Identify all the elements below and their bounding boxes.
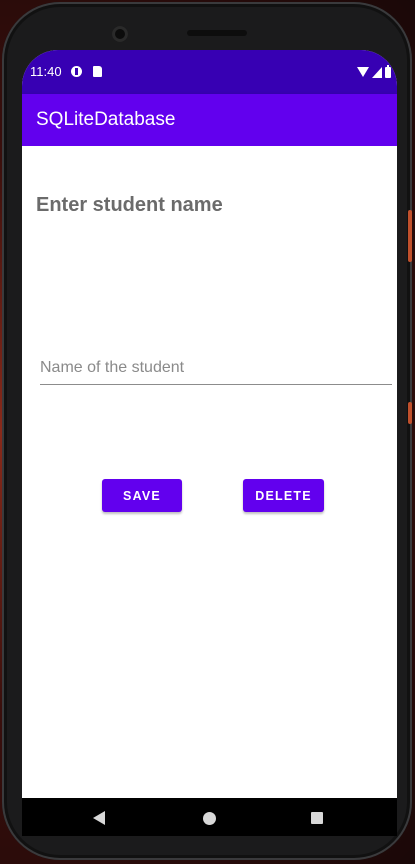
save-button[interactable]: SAVE [102, 479, 182, 512]
status-indicators [357, 65, 391, 79]
notification-icon [71, 66, 82, 77]
phone-frame: 11:40 SQLiteDatabase Enter student name … [2, 2, 412, 860]
home-icon[interactable] [203, 812, 216, 825]
back-icon[interactable] [93, 811, 105, 825]
app-title: SQLiteDatabase [36, 109, 176, 130]
recents-icon[interactable] [311, 812, 323, 824]
power-button [408, 210, 412, 262]
app-bar: SQLiteDatabase [22, 94, 397, 146]
status-time: 11:40 [30, 64, 62, 79]
main-content: Enter student name SAVE DELETE [22, 146, 397, 798]
sd-card-icon [93, 66, 102, 77]
wifi-icon [357, 67, 369, 77]
device-screen: 11:40 SQLiteDatabase Enter student name … [22, 50, 397, 836]
signal-icon [372, 67, 382, 78]
student-name-input[interactable] [40, 352, 392, 385]
volume-button [408, 402, 412, 424]
battery-icon [385, 65, 391, 78]
delete-button[interactable]: DELETE [243, 479, 324, 512]
navigation-bar [22, 798, 397, 836]
status-bar: 11:40 [22, 50, 397, 94]
front-camera [112, 26, 128, 42]
earpiece-speaker [187, 30, 247, 36]
page-heading: Enter student name [36, 194, 223, 216]
